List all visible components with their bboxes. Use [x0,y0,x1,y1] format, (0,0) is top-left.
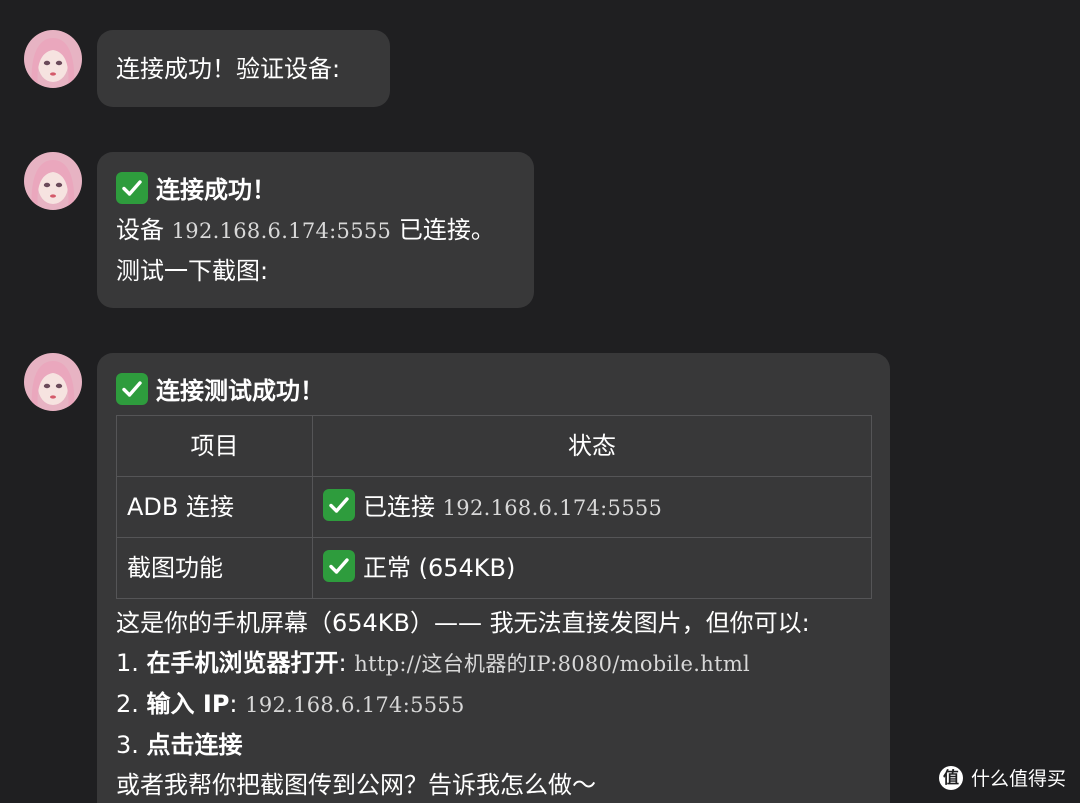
step-number: 3. [116,731,139,759]
step-item: 3. 点击连接 [116,725,890,765]
step-separator: : [338,649,347,677]
message-heading: 连接测试成功！ [116,371,890,411]
watermark-text: 什么值得买 [970,768,1066,790]
message-title: 连接成功！ [156,176,276,204]
step-label: 点击连接 [146,731,243,759]
status-text: 已连接 [363,492,435,521]
message-text: 连接成功！验证设备: [116,55,341,83]
device-label: 设备 [116,216,164,244]
step-label: 输入 IP [146,690,230,718]
intro-text: 这是你的手机屏幕（654KB）—— 我无法直接发图片，但你可以: [116,609,810,637]
step-number: 1. [116,649,139,677]
step-item: 1. 在手机浏览器打开: http://这台机器的IP:8080/mobile.… [116,643,890,684]
message-bubble: 连接成功！验证设备: [97,30,390,107]
device-line: 设备 192.168.6.174:5555 已连接。 [116,210,534,251]
watermark: 值 什么值得买 [938,764,1066,791]
step-separator: : [229,690,238,718]
message-heading: 连接成功！ [116,170,534,210]
white-heavy-check-mark-icon [116,373,148,405]
status-table: 项目 状态 ADB 连接 已连接 192.168.6.174:5555 截图功能 [116,415,872,599]
white-heavy-check-mark-icon [323,550,355,582]
step-item: 2. 输入 IP: 192.168.6.174:5555 [116,684,890,725]
table-row: 截图功能 正常 (654KB) [116,537,872,599]
smzdm-logo-icon: 值 [938,765,963,790]
message-bubble: 连接测试成功！ 项目 状态 ADB 连接 已连接 192.168.6.174:5… [97,353,890,803]
status-text: 正常 (654KB) [363,554,516,582]
device-connected: 已连接。 [398,216,495,244]
outro-text: 或者我帮你把截图传到公网？告诉我怎么做～ [116,771,596,799]
device-ip: 192.168.6.174:5555 [171,219,392,243]
table-cell-item: ADB 连接 [116,476,313,538]
chat-view: 连接成功！验证设备: 连接成功！ 设备 192.168.6.174:5555 已… [0,0,1080,803]
test-screenshot-line: 测试一下截图: [116,257,269,285]
assistant-avatar[interactable] [24,30,82,88]
table-header-status: 状态 [312,415,872,477]
message-title: 连接测试成功！ [156,377,324,405]
step-number: 2. [116,690,139,718]
message-bubble: 连接成功！ 设备 192.168.6.174:5555 已连接。 测试一下截图: [97,152,534,308]
table-cell-status: 已连接 192.168.6.174:5555 [312,476,872,538]
assistant-avatar[interactable] [24,152,82,210]
table-header-item: 项目 [116,415,313,477]
white-heavy-check-mark-icon [323,488,355,521]
mobile-url-link[interactable]: http://这台机器的IP:8080/mobile.html [354,652,750,676]
table-cell-status: 正常 (654KB) [312,537,872,599]
white-heavy-check-mark-icon [116,172,148,204]
step-ip-value: 192.168.6.174:5555 [245,693,465,717]
status-ip: 192.168.6.174:5555 [442,495,663,520]
assistant-avatar[interactable] [24,353,82,411]
step-label: 在手机浏览器打开 [146,649,339,677]
table-header-row: 项目 状态 [116,415,872,477]
table-cell-item: 截图功能 [116,537,313,599]
table-row: ADB 连接 已连接 192.168.6.174:5555 [116,476,872,538]
